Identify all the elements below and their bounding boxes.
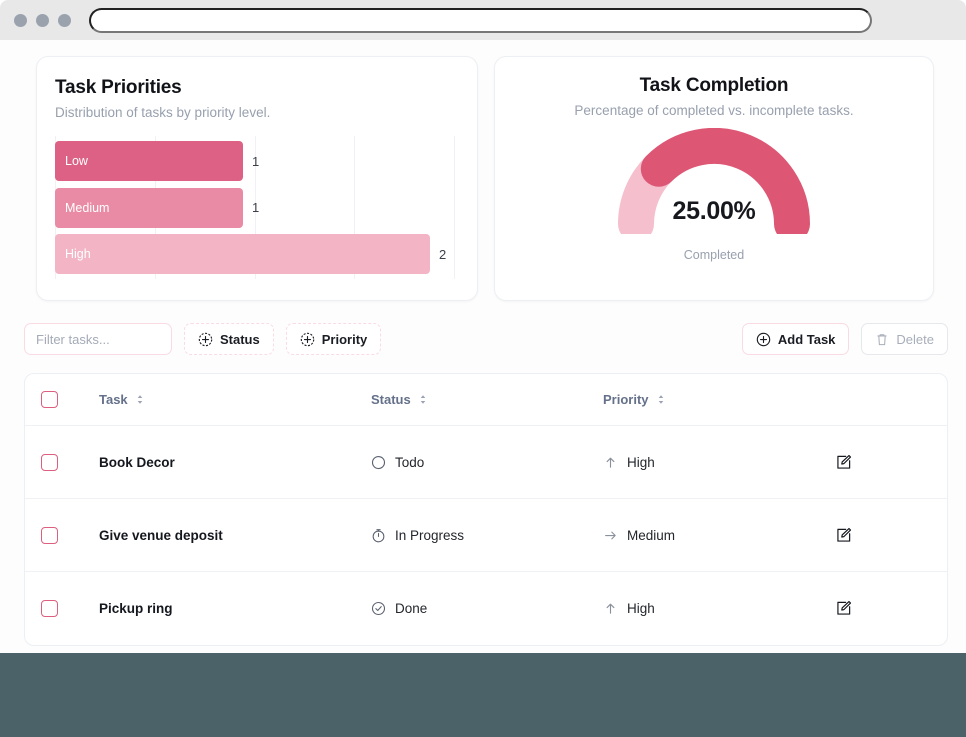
arrow-right-icon xyxy=(603,528,618,543)
status-filter-label: Status xyxy=(220,332,260,347)
dashboard-cards: Task Priorities Distribution of tasks by… xyxy=(0,40,966,301)
task-priorities-card: Task Priorities Distribution of tasks by… xyxy=(36,56,478,301)
cell-actions xyxy=(835,527,929,544)
sort-status-button[interactable]: Status xyxy=(371,392,428,407)
priority-text: High xyxy=(627,601,655,616)
plus-circle-icon xyxy=(300,332,315,347)
sort-icon xyxy=(418,393,428,406)
window-close-dot[interactable] xyxy=(14,14,27,27)
row-select-cell xyxy=(41,600,99,617)
edit-icon[interactable] xyxy=(835,454,852,471)
status-text: Todo xyxy=(395,455,424,470)
sort-task-button[interactable]: Task xyxy=(99,392,145,407)
address-bar[interactable] xyxy=(89,8,872,33)
cell-status: Todo xyxy=(371,455,603,470)
header-cell-status: Status xyxy=(371,392,603,407)
cell-task: Book Decor xyxy=(99,455,371,470)
header-label-task: Task xyxy=(99,392,128,407)
gauge-caption: Completed xyxy=(684,248,744,262)
cell-priority: Medium xyxy=(603,528,835,543)
task-completion-title: Task Completion xyxy=(515,75,913,97)
add-task-label: Add Task xyxy=(778,332,836,347)
priority-text: High xyxy=(627,455,655,470)
task-completion-subtitle: Percentage of completed vs. incomplete t… xyxy=(515,103,913,118)
bar-label-low: Low xyxy=(65,154,88,168)
timer-icon xyxy=(371,528,386,543)
delete-button[interactable]: Delete xyxy=(861,323,948,355)
window-minimize-dot[interactable] xyxy=(36,14,49,27)
row-checkbox[interactable] xyxy=(41,454,58,471)
status-text: In Progress xyxy=(395,528,464,543)
bar-row-high: High 2 xyxy=(55,234,455,274)
status-filter-button[interactable]: Status xyxy=(184,323,274,355)
filter-tasks-input[interactable] xyxy=(24,323,172,355)
sort-priority-button[interactable]: Priority xyxy=(603,392,666,407)
plus-circle-icon xyxy=(198,332,213,347)
cell-status: Done xyxy=(371,601,603,616)
priority-filter-button[interactable]: Priority xyxy=(286,323,382,355)
tasks-table: Task Status xyxy=(24,373,948,646)
table-row[interactable]: Book Decor Todo High xyxy=(25,426,947,499)
row-checkbox[interactable] xyxy=(41,527,58,544)
completion-gauge: 25.00% Completed xyxy=(515,128,913,262)
table-header-row: Task Status xyxy=(25,374,947,426)
arrow-up-icon xyxy=(603,455,618,470)
cell-task: Pickup ring xyxy=(99,601,371,616)
sort-icon xyxy=(135,393,145,406)
bar-high[interactable]: High xyxy=(55,234,430,274)
check-circle-icon xyxy=(371,601,386,616)
cell-actions xyxy=(835,600,929,617)
bar-value-medium: 1 xyxy=(252,200,259,215)
arrow-up-icon xyxy=(603,601,618,616)
cell-priority: High xyxy=(603,455,835,470)
bar-medium[interactable]: Medium xyxy=(55,188,243,228)
bar-label-high: High xyxy=(65,247,91,261)
bar-row-low: Low 1 xyxy=(55,141,455,181)
header-label-priority: Priority xyxy=(603,392,649,407)
task-priorities-subtitle: Distribution of tasks by priority level. xyxy=(55,105,455,120)
table-row[interactable]: Give venue deposit In Progress Medium xyxy=(25,499,947,572)
header-label-status: Status xyxy=(371,392,411,407)
add-task-button[interactable]: Add Task xyxy=(742,323,850,355)
select-all-checkbox[interactable] xyxy=(41,391,58,408)
sort-icon xyxy=(656,393,666,406)
bar-low[interactable]: Low xyxy=(55,141,243,181)
row-select-cell xyxy=(41,454,99,471)
table-row[interactable]: Pickup ring Done High xyxy=(25,572,947,645)
cell-priority: High xyxy=(603,601,835,616)
header-cell-task: Task xyxy=(99,391,371,409)
window-maximize-dot[interactable] xyxy=(58,14,71,27)
select-all-cell xyxy=(41,391,99,408)
browser-chrome xyxy=(0,0,966,40)
bottom-bar xyxy=(0,653,966,737)
bar-row-medium: Medium 1 xyxy=(55,188,455,228)
row-checkbox[interactable] xyxy=(41,600,58,617)
plus-circle-icon xyxy=(756,332,771,347)
priority-text: Medium xyxy=(627,528,675,543)
chart-bars: Low 1 Medium 1 High 2 xyxy=(55,136,455,279)
edit-icon[interactable] xyxy=(835,527,852,544)
delete-label: Delete xyxy=(896,332,934,347)
gauge-value-text: 25.00% xyxy=(618,197,810,226)
cell-actions xyxy=(835,454,929,471)
cell-status: In Progress xyxy=(371,528,603,543)
status-text: Done xyxy=(395,601,427,616)
priorities-bar-chart: Low 1 Medium 1 High 2 xyxy=(55,136,455,279)
bar-value-low: 1 xyxy=(252,154,259,169)
edit-icon[interactable] xyxy=(835,600,852,617)
window-controls xyxy=(14,14,71,27)
bar-value-high: 2 xyxy=(439,247,446,262)
header-cell-priority: Priority xyxy=(603,392,835,407)
task-completion-card: Task Completion Percentage of completed … xyxy=(494,56,934,301)
table-toolbar: Status Priority Add Task xyxy=(0,301,966,355)
priority-filter-label: Priority xyxy=(322,332,368,347)
bar-label-medium: Medium xyxy=(65,201,109,215)
trash-icon xyxy=(875,332,889,347)
row-select-cell xyxy=(41,527,99,544)
circle-icon xyxy=(371,455,386,470)
cell-task: Give venue deposit xyxy=(99,528,371,543)
page-content: Task Priorities Distribution of tasks by… xyxy=(0,40,966,737)
task-priorities-title: Task Priorities xyxy=(55,77,455,99)
